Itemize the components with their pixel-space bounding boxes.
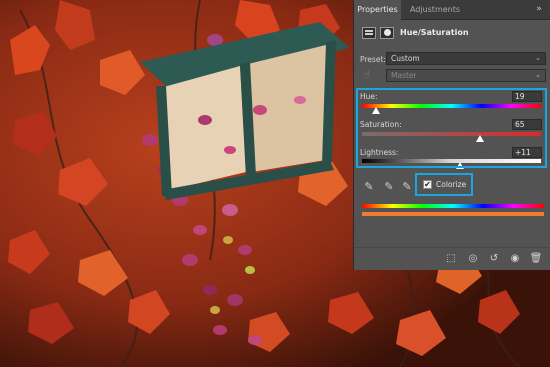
colorize-checkbox[interactable]: ✔ (423, 180, 432, 189)
panel-header: Hue/Saturation (354, 21, 550, 47)
channel-dropdown[interactable]: Master ⌄ (386, 69, 546, 82)
colorize-label: Colorize (436, 180, 467, 189)
panel-footer: ⬚ ◎ ↺ ◉ 🗑 (354, 247, 550, 270)
adjustment-layer-icon[interactable] (362, 27, 376, 39)
eyedropper-plus-icon[interactable]: ✎ (382, 180, 396, 194)
reset-icon[interactable]: ↺ (487, 252, 501, 266)
colorize-highlight[interactable]: ✔ Colorize (415, 173, 473, 196)
preset-label: Preset: (360, 55, 386, 64)
input-hue-bar (362, 204, 544, 208)
sliders-highlight (356, 88, 547, 168)
view-previous-icon[interactable]: ◎ (466, 252, 480, 266)
preset-row: Preset: Custom ⌄ (354, 52, 550, 68)
double-chevron-right-icon[interactable]: » (532, 3, 546, 16)
channel-row: Master ⌄ (354, 69, 550, 85)
chevron-down-icon: ⌄ (535, 54, 541, 62)
tab-properties[interactable]: Properties (354, 0, 401, 20)
chevron-down-icon: ⌄ (535, 71, 541, 79)
output-colorized-bar (362, 212, 544, 216)
visibility-icon[interactable]: ◉ (508, 252, 522, 266)
channel-value: Master (391, 71, 417, 80)
clip-to-layer-icon[interactable]: ⬚ (444, 252, 458, 266)
eyedropper-minus-icon[interactable]: ✎ (400, 180, 414, 194)
preset-dropdown[interactable]: Custom ⌄ (386, 52, 546, 65)
eyedropper-icon[interactable]: ✎ (362, 180, 376, 194)
layer-mask-icon[interactable] (380, 27, 394, 39)
preset-value: Custom (391, 54, 420, 63)
panel-tab-bar: Properties Adjustments » (354, 0, 550, 20)
panel-title: Hue/Saturation (400, 28, 469, 37)
tab-adjustments[interactable]: Adjustments (406, 0, 464, 20)
delete-icon[interactable]: 🗑 (529, 252, 543, 266)
